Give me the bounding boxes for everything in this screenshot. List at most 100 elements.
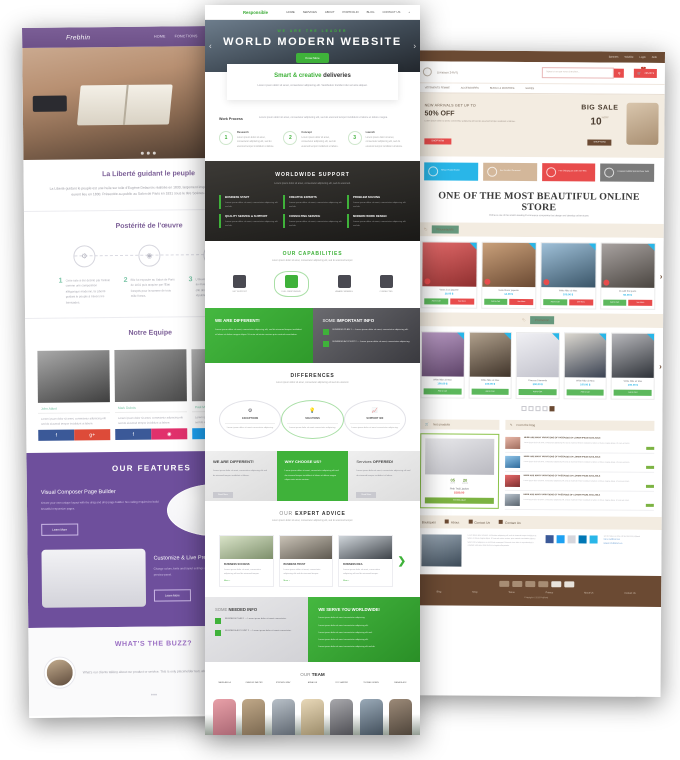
capability-item[interactable]: 24/7 SUPPORT xyxy=(232,275,247,293)
add-to-cart-button[interactable]: Add to Cart xyxy=(471,388,509,395)
difference-card[interactable]: 📈 SUPPORT 360 Lorem ipsum dolor sit amet c… xyxy=(343,400,406,440)
left-logo[interactable]: Frebhin xyxy=(66,34,90,41)
add-to-cart-button[interactable]: Add to Cart xyxy=(602,299,627,306)
next-arrow-icon[interactable]: › xyxy=(659,362,662,371)
cart-button[interactable]: 🛒 1 295.00 $ xyxy=(634,66,657,78)
search-icon[interactable]: ⚲ xyxy=(614,68,625,78)
lower-nav-item[interactable]: Contact Us xyxy=(499,519,521,525)
add-to-cart-button[interactable]: Add to Cart xyxy=(483,298,508,305)
product-card[interactable]: Di outfit first jeans 50.00 $ Add to Cart S… xyxy=(599,242,656,310)
add-to-cart-button[interactable]: Add to Cart xyxy=(423,388,462,395)
add-to-cart-button[interactable]: Add to Cart xyxy=(613,389,652,396)
left-nav-item[interactable]: Fonctions xyxy=(175,34,198,38)
products-row-1[interactable]: Veste à col jaquette 38.00 $ Add to Cart Se… xyxy=(413,236,664,314)
email-link[interactable]: Belgium.info@gmail.com xyxy=(604,542,623,544)
middle-nav-item[interactable]: About xyxy=(325,10,335,14)
footer-link[interactable]: Contact Us xyxy=(624,593,635,595)
middle-navbar[interactable]: Responsible Home Services About Portfoli… xyxy=(205,5,420,20)
feature-button[interactable]: Learn More xyxy=(153,589,191,602)
expert-advice-cards[interactable]: BUSINESS SUCCESS Lorem ipsum dolor sit am… xyxy=(205,535,420,598)
banner-button[interactable]: SHOP NOW xyxy=(424,138,452,145)
topbar-link[interactable]: Login xyxy=(639,56,645,59)
service-card[interactable]: Livraison Fiabilité Spécial Choix Tarifs xyxy=(600,163,655,182)
left-nav-item[interactable]: Home xyxy=(154,34,166,38)
product-card[interactable]: Veste blazer jaquette 14.00 $ Add to Cart S… xyxy=(480,241,537,310)
team-card[interactable]: John Abbot Lorem ipsum dolor sit amet, c… xyxy=(37,350,111,442)
see-more-button[interactable]: See More xyxy=(449,298,474,305)
read-more-button[interactable]: → xyxy=(646,465,655,469)
email-link[interactable]: link.to.mail@mail.com xyxy=(604,539,620,541)
advice-card[interactable]: BUSINESS TRUST Lorem ipsum dolor sit amet… xyxy=(278,535,334,588)
footer-link[interactable]: Shop xyxy=(472,592,477,594)
next-arrow-icon[interactable]: › xyxy=(413,42,416,51)
feature-button[interactable]: Learn More xyxy=(41,523,79,536)
team-socials[interactable]: f ◉ xyxy=(115,428,188,441)
middle-nav-item[interactable]: Services xyxy=(303,10,317,14)
social-links[interactable] xyxy=(545,535,598,567)
middle-nav-item[interactable]: Portfolio xyxy=(343,10,359,14)
deal-button[interactable]: Get this deal xyxy=(424,497,494,504)
middle-nav-item[interactable]: Contact Us xyxy=(382,10,400,14)
next-arrow-icon[interactable]: › xyxy=(660,272,663,281)
product-card[interactable]: White Nike air Max 100.00 $ Add to Cart xyxy=(563,332,608,400)
lower-nav-item[interactable]: About xyxy=(444,519,459,525)
blog-post[interactable]: HERE ARE MANY VARIATIONS OF PASSAGES OF … xyxy=(504,471,655,492)
right-ecommerce-mockup[interactable]: Banners Wishlist Login Aide Livraison 24… xyxy=(410,50,665,697)
footer-link[interactable]: About Us xyxy=(584,592,593,594)
menu-item[interactable]: Shoes xyxy=(525,87,534,90)
blog-post[interactable]: HERE ARE MANY VARIATIONS OF PASSAGES OF … xyxy=(504,452,655,473)
menu-item[interactable]: Vêtements Femme xyxy=(425,86,450,89)
right-header[interactable]: Livraison 24h/7j tapez ici ce que vous c… xyxy=(414,61,665,84)
googleplus-icon[interactable]: g+ xyxy=(74,429,111,441)
difference-card[interactable]: 💡 SOLUTIONS Lorem ipsum dolor sit amet con… xyxy=(281,400,344,440)
product-card[interactable]: Veste à col jaquette 38.00 $ Add to Cart Se… xyxy=(421,241,478,309)
sale-button[interactable]: SHOP NOW xyxy=(587,139,612,146)
add-to-cart-button[interactable]: Add to Cart xyxy=(518,388,557,396)
capability-item[interactable]: FULL RESPONSIVE xyxy=(273,271,309,298)
topbar-link[interactable]: Wishlist xyxy=(624,56,633,59)
middle-nav-item[interactable]: + xyxy=(408,10,410,14)
lower-nav-item[interactable]: Contact Us xyxy=(468,519,490,525)
flickr-icon[interactable] xyxy=(589,535,598,544)
hero-slider-dots[interactable] xyxy=(140,151,156,155)
add-to-cart-button[interactable]: Add to Cart xyxy=(424,298,449,305)
middle-website-mockup[interactable]: Responsible Home Services About Portfoli… xyxy=(205,5,420,735)
advice-card[interactable]: BUSINESS SUCCESS Lorem ipsum dolor sit am… xyxy=(219,535,274,588)
facebook-icon[interactable]: f xyxy=(38,429,75,442)
capability-item[interactable]: CONNECTED xyxy=(379,275,393,293)
col-button[interactable]: Read More xyxy=(213,491,233,498)
difference-card[interactable]: ⚙ EXCEPTIONS Lorem ipsum dolor sit amet co… xyxy=(219,400,282,440)
wishlist-icon[interactable] xyxy=(483,278,490,285)
deal-card[interactable]: 05 DAYS 20 HOURS Pink Twill Jacket $180.00… xyxy=(419,433,499,509)
footer-link[interactable]: Privacy xyxy=(546,592,554,594)
search-bar[interactable]: tapez ici ce que vous cherchez... ⚲ xyxy=(542,67,625,79)
read-more-button[interactable]: → xyxy=(646,484,654,488)
footer-links[interactable]: Blog Shop Terms Privacy About Us Contact… xyxy=(421,591,651,595)
advice-more[interactable]: More + xyxy=(220,580,273,586)
menu-item[interactable]: Bijoux & Montres xyxy=(490,87,515,90)
differences-cards[interactable]: ⚙ EXCEPTIONS Lorem ipsum dolor sit amet co… xyxy=(205,396,420,452)
facebook-icon[interactable]: f xyxy=(115,429,152,441)
advice-more[interactable]: More + xyxy=(339,580,392,586)
menu-item[interactable]: Accessoires xyxy=(461,87,479,90)
hero-cta-button[interactable]: Know More xyxy=(296,53,329,63)
product-card[interactable]: White Nike air Max 100.00 $ Add to Cart xyxy=(420,331,465,399)
product-card[interactable]: Princess Diamonds 300.00 $ Add to Cart xyxy=(515,331,560,400)
advice-more[interactable]: More + xyxy=(280,580,333,586)
capability-item[interactable]: AWARD WINNING xyxy=(335,275,353,293)
topbar-link[interactable]: Aide xyxy=(652,56,657,59)
team-socials[interactable]: f g+ xyxy=(38,429,111,442)
add-to-cart-button[interactable]: Add to Cart xyxy=(543,299,568,306)
blog-post[interactable]: HERE ARE MANY VARIATIONS OF PASSAGES OF … xyxy=(504,433,655,454)
products-row-2[interactable]: White Nike air Max 100.00 $ Add to Cart Wh… xyxy=(412,326,664,404)
col-button[interactable]: Read More xyxy=(356,491,377,498)
service-card[interactable]: Free Shipping on order over 99 $ xyxy=(541,163,596,182)
middle-nav-list[interactable]: Home Services About Portfolio Blog Conta… xyxy=(286,10,410,14)
add-to-cart-button[interactable]: Add to Cart xyxy=(566,389,605,396)
team-card[interactable]: Mark Dubois Lorem ipsum dolor sit amet, … xyxy=(114,349,188,441)
footer-link[interactable]: Terms xyxy=(508,592,514,594)
product-card[interactable]: White Nike air Max 100.00 $ Add to Cart xyxy=(468,331,513,399)
topbar-link[interactable]: Banners xyxy=(609,56,619,59)
see-more-button[interactable]: See More xyxy=(509,298,534,306)
read-more-button[interactable]: → xyxy=(646,446,655,450)
